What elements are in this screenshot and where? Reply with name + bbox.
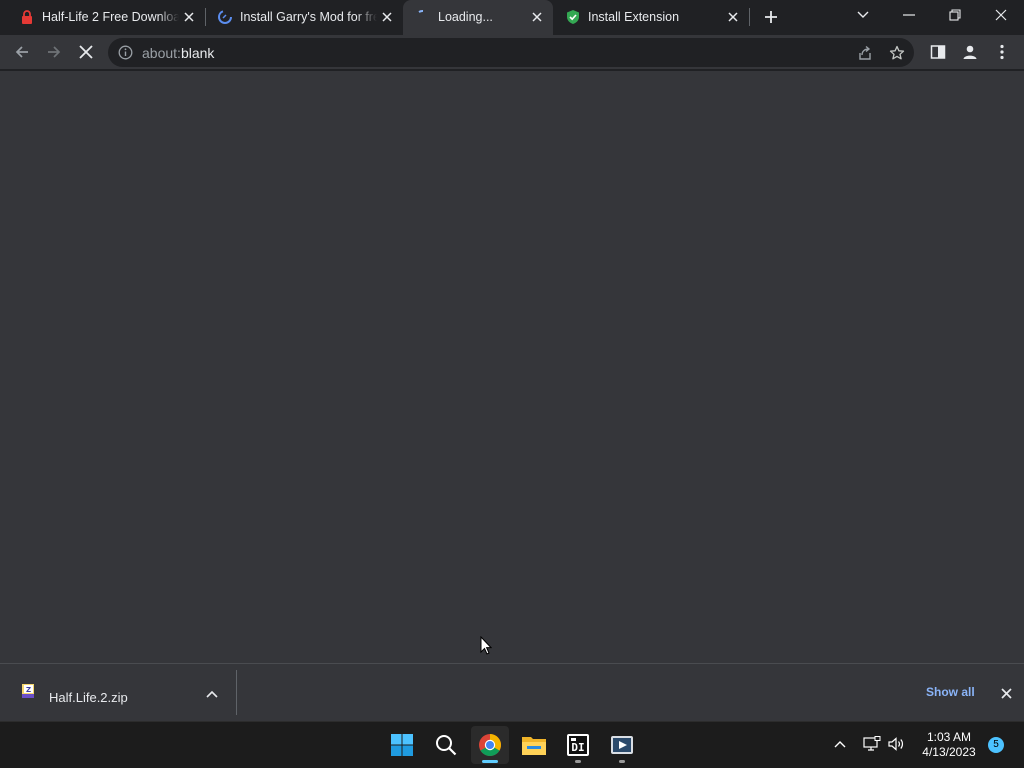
side-panel-button[interactable] [924, 38, 952, 66]
more-vert-icon [1000, 44, 1004, 60]
chevron-down-icon [857, 11, 869, 18]
side-panel-icon [930, 45, 946, 59]
show-all-button[interactable]: Show all [916, 681, 985, 703]
active-app-indicator [482, 760, 498, 763]
restore-icon [949, 9, 961, 21]
media-player-icon [611, 736, 633, 754]
plus-icon [765, 11, 777, 23]
share-icon[interactable] [856, 44, 874, 62]
close-icon [1000, 687, 1012, 699]
taskbar-chrome[interactable] [471, 726, 509, 764]
url-scheme: about: [142, 45, 181, 61]
tray-overflow-button[interactable] [830, 734, 850, 754]
chevron-up-icon[interactable] [204, 686, 220, 702]
stop-loading-button[interactable] [72, 38, 100, 66]
tab-search-button[interactable] [840, 0, 886, 30]
close-icon [79, 45, 93, 59]
tab-title: Install Garry's Mod for free [240, 10, 377, 24]
tab-half-life-2[interactable]: Half-Life 2 Free Download [7, 0, 205, 34]
mouse-cursor-icon [480, 636, 492, 655]
address-bar[interactable]: about:blank [108, 38, 914, 67]
url-host: blank [180, 45, 215, 61]
chrome-icon [479, 734, 501, 756]
close-icon[interactable] [529, 9, 545, 25]
clock-time: 1:03 AM [926, 730, 972, 744]
tab-title: Loading... [438, 10, 493, 24]
tab-title: Half-Life 2 Free Download [42, 10, 179, 24]
red-lock-icon [19, 9, 35, 25]
speaker-icon [888, 737, 904, 751]
network-icon [863, 736, 881, 751]
browser-toolbar: about:blank [0, 35, 1024, 70]
tab-strip: Half-Life 2 Free Download Install Garry'… [0, 0, 1024, 35]
arrow-left-icon [15, 46, 28, 58]
volume-button[interactable] [886, 734, 906, 754]
terminal-app-icon: DI [567, 734, 589, 756]
close-icon[interactable] [725, 9, 741, 25]
download-item[interactable]: Z Half.Life.2.zip [8, 670, 230, 714]
taskbar-file-explorer[interactable] [515, 726, 553, 764]
close-window-button[interactable] [978, 0, 1024, 30]
minimize-icon [903, 14, 915, 16]
blue-loading-icon [217, 9, 233, 25]
start-button[interactable] [383, 726, 421, 764]
loading-spinner-icon [415, 9, 431, 25]
chevron-up-icon [834, 741, 846, 748]
download-bar: Z Half.Life.2.zip Show all [0, 663, 1024, 721]
system-clock[interactable]: 1:03 AM 4/13/2023 [914, 730, 984, 760]
arrow-right-icon [48, 46, 61, 58]
tab-loading[interactable]: Loading... [403, 0, 553, 35]
close-icon [995, 9, 1007, 21]
taskbar-search-button[interactable] [427, 726, 465, 764]
download-separator [236, 670, 237, 715]
svg-text:Z: Z [26, 686, 31, 694]
tab-title: Install Extension [588, 10, 680, 24]
menu-button[interactable] [988, 38, 1016, 66]
notification-badge[interactable]: 5 [988, 737, 1004, 753]
page-content[interactable] [0, 71, 1024, 663]
search-icon [436, 735, 457, 756]
bookmark-star-icon[interactable] [888, 44, 906, 62]
tab-garrys-mod[interactable]: Install Garry's Mod for free [205, 0, 403, 34]
new-tab-button[interactable] [757, 4, 785, 30]
info-icon[interactable] [118, 45, 133, 60]
zip-archive-icon: Z [22, 684, 34, 698]
taskbar-media-player[interactable] [603, 726, 641, 764]
file-explorer-icon [522, 737, 546, 755]
restore-button[interactable] [932, 0, 978, 30]
address-text[interactable]: about:blank [142, 45, 214, 61]
person-icon [963, 45, 977, 59]
profile-button[interactable] [956, 38, 984, 66]
minimize-button[interactable] [886, 0, 932, 30]
running-app-indicator [575, 760, 581, 763]
close-icon[interactable] [379, 9, 395, 25]
clock-date: 4/13/2023 [922, 745, 976, 759]
taskbar-terminal-app[interactable]: DI [559, 726, 597, 764]
forward-button[interactable] [40, 38, 68, 66]
network-status-button[interactable] [862, 734, 882, 754]
download-filename: Half.Life.2.zip [49, 690, 128, 705]
green-shield-icon [565, 9, 581, 25]
windows-start-icon [391, 734, 413, 756]
back-button[interactable] [8, 38, 36, 66]
close-download-bar-button[interactable] [996, 683, 1016, 703]
tab-install-extension[interactable]: Install Extension [553, 0, 749, 34]
windows-taskbar: DI 1:03 AM 4/13/2023 5 [0, 721, 1024, 768]
close-icon[interactable] [181, 9, 197, 25]
tab-separator [749, 8, 750, 26]
svg-text:DI: DI [571, 741, 584, 754]
running-app-indicator [619, 760, 625, 763]
